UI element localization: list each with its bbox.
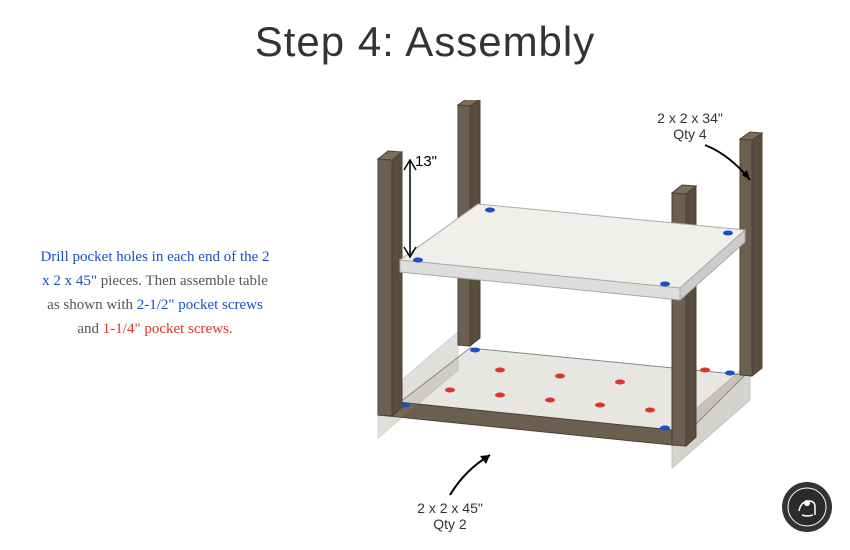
instruction-red-1: 1-1/4" pocket screws xyxy=(103,321,229,337)
instruction-blue-2: 2-1/2" pocket screws xyxy=(137,297,263,313)
instruction-text: Drill pocket holes in each end of the 2 … xyxy=(40,245,270,341)
instruction-plain-3: . xyxy=(229,321,233,337)
arrow-legs-icon xyxy=(700,140,770,200)
brand-logo-icon xyxy=(782,482,832,532)
callout-rails-qty: Qty 2 xyxy=(395,516,505,532)
instruction-plain-2: and xyxy=(77,321,102,337)
arrow-rails-icon xyxy=(440,450,510,505)
step-title: Step 4: Assembly xyxy=(0,0,850,66)
